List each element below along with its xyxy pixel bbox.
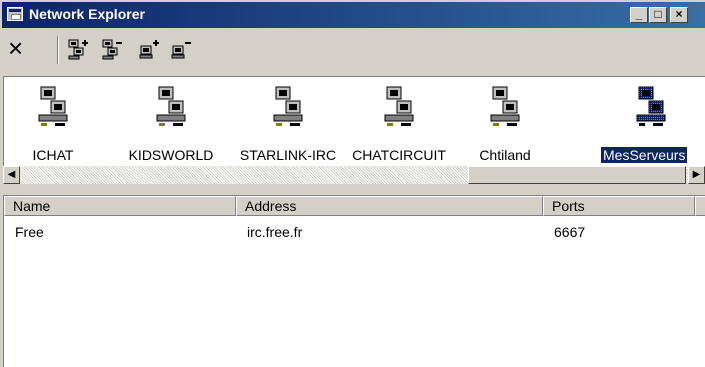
- network-list-view[interactable]: ICHAT KIDSWORLD STARLINK-IRC CHATCIRCUIT…: [3, 76, 705, 166]
- toolbar: ×: [2, 28, 705, 76]
- delete-icon[interactable]: ×: [8, 35, 23, 61]
- column-header-name[interactable]: Name: [4, 196, 236, 216]
- server-list[interactable]: Name Address Ports Free irc.free.fr 6667: [3, 195, 705, 367]
- network-item-messerveurs[interactable]: MesServeurs: [595, 85, 705, 165]
- column-header-address[interactable]: Address: [236, 196, 543, 216]
- row-ports: 6667: [554, 224, 586, 240]
- network-label: STARLINK-IRC: [239, 147, 337, 163]
- title-bar[interactable]: Network Explorer _ □ ×: [2, 2, 705, 28]
- network-explorer-window: Network Explorer _ □ × × ICHAT KIDSWORLD…: [0, 0, 705, 367]
- network-icon: [273, 86, 303, 126]
- network-item-chtiland[interactable]: Chtiland: [450, 85, 560, 165]
- scroll-left-button[interactable]: ◀: [3, 166, 20, 184]
- network-icon: [636, 86, 666, 126]
- remove-network-icon[interactable]: [102, 38, 124, 60]
- close-button[interactable]: ×: [670, 7, 688, 23]
- network-label: CHATCIRCUIT: [352, 147, 446, 163]
- network-label-selected: MesServeurs: [601, 147, 688, 163]
- add-server-icon[interactable]: [138, 38, 160, 60]
- scroll-thumb[interactable]: [468, 166, 686, 184]
- row-address: irc.free.fr: [247, 224, 303, 240]
- network-item-starlink-irc[interactable]: STARLINK-IRC: [233, 85, 343, 165]
- add-network-icon[interactable]: [68, 38, 90, 60]
- network-item-chatcircuit[interactable]: CHATCIRCUIT: [344, 85, 454, 165]
- window-title: Network Explorer: [29, 6, 145, 22]
- remove-server-icon[interactable]: [170, 38, 192, 60]
- scroll-track[interactable]: [20, 166, 688, 184]
- row-name: Free: [15, 224, 44, 240]
- network-icon: [156, 86, 186, 126]
- minimize-button[interactable]: _: [630, 7, 648, 23]
- maximize-button[interactable]: □: [649, 7, 667, 23]
- toolbar-separator: [57, 36, 59, 64]
- network-label: KIDSWORLD: [128, 147, 214, 163]
- network-icon: [490, 86, 520, 126]
- column-header-ports[interactable]: Ports: [543, 196, 695, 216]
- scroll-right-button[interactable]: ▶: [688, 166, 705, 184]
- horizontal-scrollbar[interactable]: ◀ ▶: [3, 166, 705, 185]
- network-icon: [384, 86, 414, 126]
- column-header-filler: [695, 196, 705, 216]
- network-icon: [38, 86, 68, 126]
- network-label: ICHAT: [32, 147, 74, 163]
- app-window-icon: [7, 7, 23, 21]
- network-item-ichat[interactable]: ICHAT: [0, 85, 108, 165]
- network-item-kidsworld[interactable]: KIDSWORLD: [116, 85, 226, 165]
- network-label: Chtiland: [479, 147, 531, 163]
